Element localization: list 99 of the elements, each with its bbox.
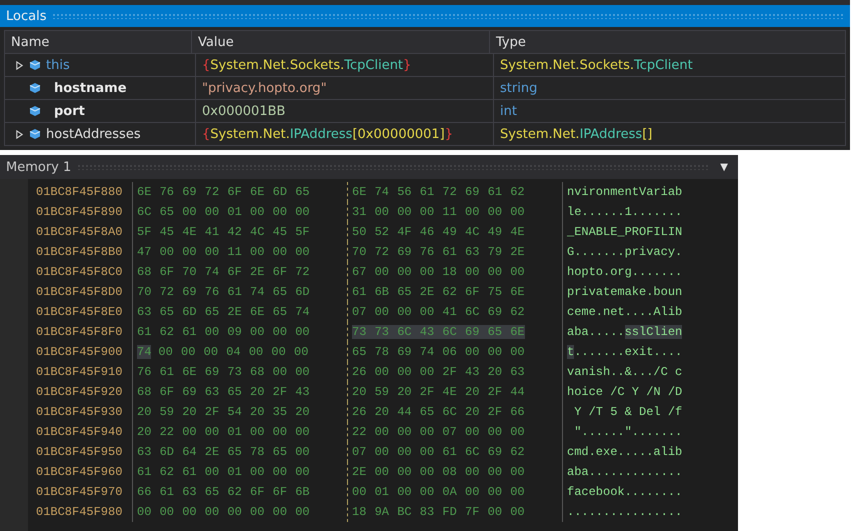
ascii-text: hopto.org....... (567, 265, 682, 279)
hex-bytes: 70 72 69 76 61 63 79 2E (352, 245, 525, 259)
hex-bytes: 26 20 44 65 6C 20 2F 66 (352, 405, 525, 419)
variable-value: 0x000001BB (202, 104, 286, 118)
hex-bytes: 20 22 00 00 01 00 00 00 (137, 425, 310, 439)
hex-bytes: 20 59 20 2F 4E 20 2F 44 (352, 385, 525, 399)
memory-address: 01BC8F45F8F0 (35, 325, 124, 339)
memory-address: 01BC8F45F940 (35, 425, 124, 439)
hex-bytes: 22 00 00 00 07 00 00 00 (352, 425, 525, 439)
hex-bytes: 5F 45 4E 41 42 4C 45 5F (137, 225, 310, 239)
memory-address: 01BC8F45F910 (35, 365, 124, 379)
variable-type: string (500, 80, 538, 96)
variable-value: "privacy.hopto.org" (202, 80, 327, 96)
ascii-text: aba............. (567, 465, 682, 479)
variable-name: hostAddresses (46, 126, 141, 142)
variable-name: this (46, 58, 70, 72)
variable-type: int (500, 104, 517, 118)
ascii-text: t (567, 345, 574, 359)
ascii-text: hoice /C Y /N /D (567, 385, 682, 399)
column-header[interactable]: Name (5, 31, 192, 53)
memory-address: 01BC8F45F900 (35, 345, 124, 359)
ascii-text: Y /T 5 & Del /f (573, 405, 682, 419)
ascii-text: facebook........ (567, 485, 682, 499)
memory-address: 01BC8F45F880 (35, 185, 124, 199)
hex-bytes: 07 00 00 00 61 6C 69 62 (352, 445, 525, 459)
hex-bytes: 68 6F 69 63 65 20 2F 43 (137, 385, 310, 399)
variable-value: {System.Net.Sockets.TcpClient} (202, 58, 412, 72)
hex-bytes: 20 59 20 2F 54 20 35 20 (137, 405, 310, 419)
cube-icon (29, 105, 41, 117)
hex-bytes: 07 00 00 00 41 6C 69 62 (352, 305, 525, 319)
ascii-text: cmd.exe.....alib (567, 445, 682, 459)
table-row[interactable]: port 0x000001BB int (5, 100, 845, 123)
table-row[interactable]: hostAddresses {System.Net.IPAddress[0x00000001]} System.Net.IPAddress[] (5, 123, 845, 145)
hex-bytes: 70 72 69 76 61 74 65 6D (137, 285, 310, 299)
ascii-text: privatemake.boun (567, 285, 682, 299)
ascii-text: .......exit.... (574, 345, 682, 359)
ascii-text: "......"....... (573, 425, 682, 439)
variable-name: hostname (54, 80, 127, 96)
hex-bytes: 26 00 00 00 2F 43 20 63 (352, 365, 525, 379)
memory-address: 01BC8F45F920 (35, 385, 124, 399)
memory-address: 01BC8F45F950 (35, 445, 124, 459)
ascii-text: G.......privacy. (567, 245, 682, 259)
column-header[interactable]: Value (192, 31, 490, 53)
memory-address: 01BC8F45F8B0 (35, 245, 124, 259)
hex-bytes: 61 62 61 00 09 00 00 00 (137, 325, 310, 339)
ascii-text: _ENABLE_PROFILIN (567, 225, 682, 239)
memory-address: 01BC8F45F8E0 (35, 305, 124, 319)
memory-address: 01BC8F45F980 (35, 505, 124, 519)
memory-address: 01BC8F45F8A0 (35, 225, 124, 239)
ascii-text: aba..... (567, 325, 625, 339)
ascii-text: nvironmentVariab (567, 185, 682, 199)
panel-title: Memory 1 (6, 160, 72, 174)
hex-bytes: 74 (137, 345, 152, 359)
dropdown-button[interactable]: ▼ (716, 162, 732, 172)
memory-address: 01BC8F45F970 (35, 485, 124, 499)
memory-address: 01BC8F45F890 (35, 205, 124, 219)
hex-bytes: 2E 00 00 00 08 00 00 00 (352, 465, 525, 479)
hex-bytes: 61 6B 65 2E 62 6F 75 6E (352, 285, 525, 299)
variable-value: {System.Net.IPAddress[0x00000001]} (202, 126, 454, 142)
hex-bytes: 63 65 6D 65 2E 6E 65 74 (137, 305, 310, 319)
hex-bytes: 00 00 00 00 00 00 00 00 (137, 505, 310, 519)
hex-bytes: 6E 74 56 61 72 69 61 62 (352, 185, 525, 199)
hex-bytes: 18 9A BC 83 FD 7F 00 00 (352, 505, 525, 519)
variable-type: System.Net.IPAddress[] (500, 126, 652, 142)
ascii-text: vanish..&.../C c (567, 365, 682, 379)
memory-address: 01BC8F45F8C0 (35, 265, 124, 279)
hex-bytes: 65 78 69 74 06 00 00 00 (352, 345, 525, 359)
hex-bytes: 61 62 61 00 01 00 00 00 (137, 465, 310, 479)
ascii-text: le......1....... (567, 205, 682, 219)
hex-bytes: 31 00 00 00 11 00 00 00 (352, 205, 525, 219)
hex-bytes: 50 52 4F 46 49 4C 49 4E (352, 225, 525, 239)
hex-bytes: 76 61 6E 69 73 68 00 00 (137, 365, 310, 379)
hex-bytes: 67 00 00 00 18 00 00 00 (352, 265, 525, 279)
hex-bytes: 00 00 00 04 00 00 00 (158, 345, 308, 359)
hex-bytes: 6C 65 00 00 01 00 00 00 (137, 205, 310, 219)
cube-icon (29, 82, 41, 94)
ascii-text: sslClien (624, 325, 682, 339)
hex-bytes: 63 6D 64 2E 65 78 65 00 (137, 445, 310, 459)
variable-name: port (54, 104, 85, 118)
hex-bytes: 66 61 63 65 62 6F 6F 6B (137, 485, 310, 499)
hex-bytes: 73 73 6C 43 6C 69 65 6E (352, 325, 525, 339)
hex-bytes: 47 00 00 00 11 00 00 00 (137, 245, 310, 259)
variable-type: System.Net.Sockets.TcpClient (500, 58, 693, 72)
hex-bytes: 68 6F 70 74 6F 2E 6F 72 (137, 265, 310, 279)
table-row[interactable]: this {System.Net.Sockets.TcpClient} System.Net.Sockets.TcpClient (5, 54, 845, 77)
expand-arrow-icon[interactable] (15, 130, 24, 138)
hex-bytes: 00 01 00 00 0A 00 00 00 (352, 485, 525, 499)
cube-icon (29, 59, 41, 71)
hex-bytes: 6E 76 69 72 6F 6E 6D 65 (137, 185, 310, 199)
panel-title: Locals (6, 8, 46, 24)
cube-icon (29, 128, 41, 140)
memory-address: 01BC8F45F960 (35, 465, 124, 479)
ascii-text: ................ (567, 505, 682, 519)
memory-address: 01BC8F45F8D0 (35, 285, 124, 299)
column-header[interactable]: Type (490, 31, 845, 53)
ascii-text: ceme.net....Alib (567, 305, 682, 319)
table-row[interactable]: hostname "privacy.hopto.org" string (5, 77, 845, 100)
expand-arrow-icon[interactable] (15, 60, 24, 70)
memory-address: 01BC8F45F930 (35, 405, 124, 419)
